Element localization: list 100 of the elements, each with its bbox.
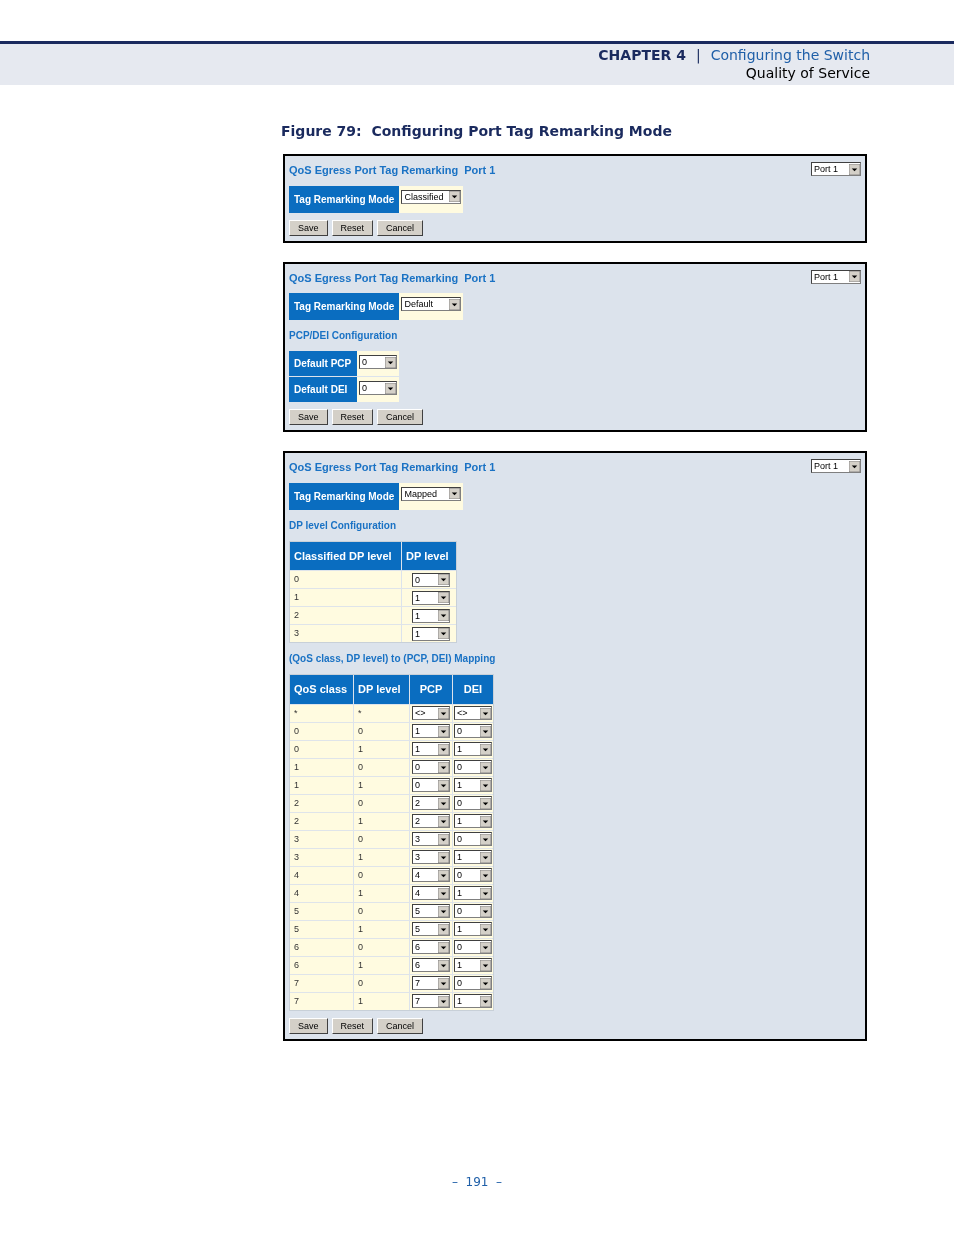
form-button[interactable]: Reset [331,219,374,236]
table-cell: 0 [354,794,409,812]
dropdown[interactable]: Mapped [401,486,462,501]
caret-icon [480,977,491,989]
table-cell: 6 [290,956,353,974]
field-label: Tag Remarking Mode [289,482,400,510]
dropdown[interactable]: 1 [412,724,450,738]
dropdown[interactable]: Classified [401,189,462,204]
dropdown[interactable]: 3 [412,850,450,864]
dropdown[interactable]: 6 [412,940,450,954]
dropdown[interactable]: Port 1 [811,162,861,176]
column-header: PCP [410,675,452,704]
caret-icon [480,995,491,1007]
dropdown[interactable]: 0 [412,572,450,587]
dropdown[interactable]: 1 [412,608,450,623]
dropdown[interactable]: 1 [454,958,492,972]
caret-icon [438,725,449,737]
dropdown[interactable]: 1 [454,778,492,792]
dropdown[interactable]: 2 [412,814,450,828]
caret-icon [438,761,449,773]
form-button[interactable]: Reset [331,1017,374,1034]
caret-icon [480,815,491,827]
table-cell: 0 [290,722,353,740]
dropdown[interactable]: 0 [412,778,450,792]
dropdown[interactable]: <> [412,706,450,720]
dropdown[interactable]: 1 [454,814,492,828]
dropdown[interactable]: 1 [412,626,450,641]
dropdown[interactable]: 4 [412,886,450,900]
dropdown[interactable]: 6 [412,958,450,972]
table-cell: 1 [290,758,353,776]
table-cell: 1 [354,848,409,866]
dropdown[interactable]: 1 [454,886,492,900]
caret-icon [480,869,491,881]
dropdown[interactable]: 0 [454,940,492,954]
table-cell: 2 [290,812,353,830]
dropdown[interactable]: 0 [412,760,450,774]
section-heading: (QoS class, DP level) to (PCP, DEI) Mapping [289,652,497,666]
caret-icon [480,743,491,755]
dropdown[interactable]: <> [454,706,492,720]
dropdown[interactable]: 0 [454,832,492,846]
caret-icon [438,592,449,603]
caret-icon [449,488,461,499]
form-button[interactable]: Save [289,219,328,236]
dropdown[interactable]: 4 [412,868,450,882]
dropdown[interactable]: Port 1 [811,459,861,473]
caret-icon [438,977,449,989]
table-cell: 1 [290,776,353,794]
dropdown[interactable]: 0 [359,355,397,369]
dropdown[interactable]: 1 [412,590,450,605]
dropdown[interactable]: Default [401,297,462,311]
form-button[interactable]: Reset [331,409,374,425]
dropdown[interactable]: 0 [454,724,492,738]
form-button[interactable]: Save [289,409,328,425]
dropdown[interactable]: 5 [412,922,450,936]
caret-icon [438,815,449,827]
table-cell: 5 [290,920,353,938]
table-cell: 0 [354,866,409,884]
caret-icon [480,959,491,971]
column-header: QoS class [290,675,353,704]
figure-caption: Figure 79: Configuring Port Tag Remarking Mode [281,122,673,141]
dropdown[interactable]: 0 [454,976,492,990]
table-cell: 0 [354,974,409,992]
dropdown[interactable]: 1 [454,742,492,756]
dropdown[interactable]: 0 [454,868,492,882]
dropdown[interactable]: 0 [454,796,492,810]
dropdown[interactable]: 1 [412,742,450,756]
dropdown[interactable]: 0 [454,904,492,918]
form-button[interactable]: Cancel [377,409,424,425]
column-header: DEI [453,675,493,704]
dropdown[interactable]: Port 1 [811,269,861,284]
field-label: Tag Remarking Mode [289,293,400,320]
caret-icon [480,797,491,809]
table-cell: 3 [290,848,353,866]
page-number: – 191 – [451,1174,503,1191]
caret-icon [449,298,461,310]
dropdown[interactable]: 0 [454,760,492,774]
form-button[interactable]: Cancel [377,1017,424,1034]
table-cell: 0 [354,902,409,920]
dropdown[interactable]: 7 [412,994,450,1008]
table-cell: 2 [290,607,401,624]
dropdown[interactable]: 1 [454,922,492,936]
caret-icon [438,833,449,845]
dropdown[interactable]: 1 [454,850,492,864]
caret-icon [438,574,449,585]
dropdown[interactable]: 0 [359,381,397,395]
dropdown[interactable]: 5 [412,904,450,918]
dropdown[interactable]: 2 [412,796,450,810]
caret-icon [480,761,491,773]
form-button[interactable]: Cancel [377,219,424,236]
caret-icon [480,887,491,899]
caret-icon [438,851,449,863]
dropdown[interactable]: 1 [454,994,492,1008]
table-cell: 1 [354,884,409,902]
column-header: DP level [354,675,409,704]
dropdown[interactable]: 7 [412,976,450,990]
dropdown[interactable]: 3 [412,832,450,846]
table-cell: 0 [354,722,409,740]
caret-icon [480,779,491,791]
panel-title: QoS Egress Port Tag Remarking Port 1 [289,270,496,286]
form-button[interactable]: Save [289,1017,328,1034]
